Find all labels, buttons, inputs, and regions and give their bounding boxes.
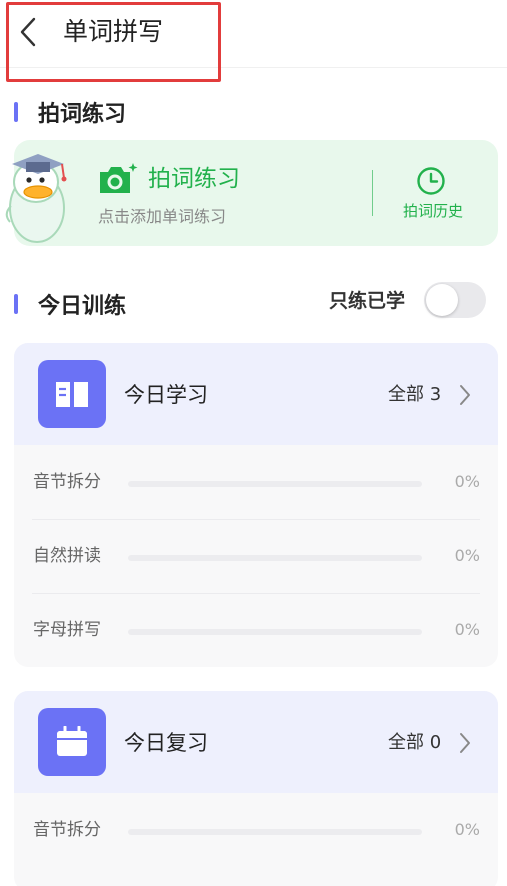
- section-title-text: 今日训练: [38, 294, 127, 319]
- photo-practice-label[interactable]: 拍词练习: [148, 163, 240, 195]
- row-label: 音节拆分: [33, 820, 101, 840]
- review-row-syllable[interactable]: 音节拆分 0%: [14, 793, 498, 867]
- toggle-knob: [426, 284, 458, 316]
- today-review-card: 今日复习 全部 0 音节拆分 0%: [14, 691, 498, 886]
- card-divider: [372, 170, 373, 216]
- row-label: 字母拼写: [33, 620, 101, 640]
- section-title-training: 今日训练: [14, 288, 126, 320]
- section-title-photo: 拍词练习: [14, 96, 126, 128]
- header-bar: 单词拼写: [0, 0, 507, 68]
- row-label: 自然拼读: [33, 546, 101, 566]
- progress-bar: [128, 629, 422, 635]
- section-title-text: 拍词练习: [38, 102, 127, 127]
- back-button[interactable]: [14, 16, 42, 48]
- section-accent-bar: [14, 102, 18, 122]
- today-study-card: 今日学习 全部 3 音节拆分 0% 自然拼读 0% 字母拼写 0%: [14, 343, 498, 667]
- progress-bar: [128, 555, 422, 561]
- today-review-header[interactable]: 今日复习 全部 0: [14, 691, 498, 793]
- calendar-icon: [38, 708, 106, 776]
- today-study-header[interactable]: 今日学习 全部 3: [14, 343, 498, 445]
- book-icon: [38, 360, 106, 428]
- photo-practice-hint: 点击添加单词练习: [98, 207, 227, 226]
- today-review-count[interactable]: 全部 0: [388, 730, 441, 756]
- photo-history-label: 拍词历史: [402, 202, 463, 220]
- section-accent-bar: [14, 294, 18, 314]
- progress-percent: 0%: [454, 820, 480, 839]
- today-study-title: 今日学习: [124, 383, 208, 407]
- progress-bar: [128, 481, 422, 487]
- row-label: 音节拆分: [33, 472, 101, 492]
- learned-only-toggle[interactable]: [424, 282, 486, 318]
- page-title: 单词拼写: [63, 17, 164, 46]
- progress-percent: 0%: [454, 546, 480, 565]
- learned-only-label: 只练已学: [329, 290, 406, 312]
- study-row-phonics[interactable]: 自然拼读 0%: [14, 519, 498, 593]
- duck-mascot-icon: [5, 154, 67, 243]
- photo-history-button[interactable]: 拍词历史: [396, 166, 470, 224]
- study-row-syllable[interactable]: 音节拆分 0%: [14, 445, 498, 519]
- today-review-title: 今日复习: [124, 731, 208, 755]
- chevron-right-icon[interactable]: [458, 732, 472, 754]
- today-study-count[interactable]: 全部 3: [388, 382, 441, 408]
- camera-icon[interactable]: [96, 162, 138, 196]
- clock-icon: [417, 167, 445, 195]
- chevron-right-icon[interactable]: [458, 384, 472, 406]
- progress-percent: 0%: [454, 472, 480, 491]
- study-row-spelling[interactable]: 字母拼写 0%: [14, 593, 498, 667]
- progress-bar: [128, 829, 422, 835]
- progress-percent: 0%: [454, 620, 480, 639]
- chevron-left-icon: [20, 17, 36, 47]
